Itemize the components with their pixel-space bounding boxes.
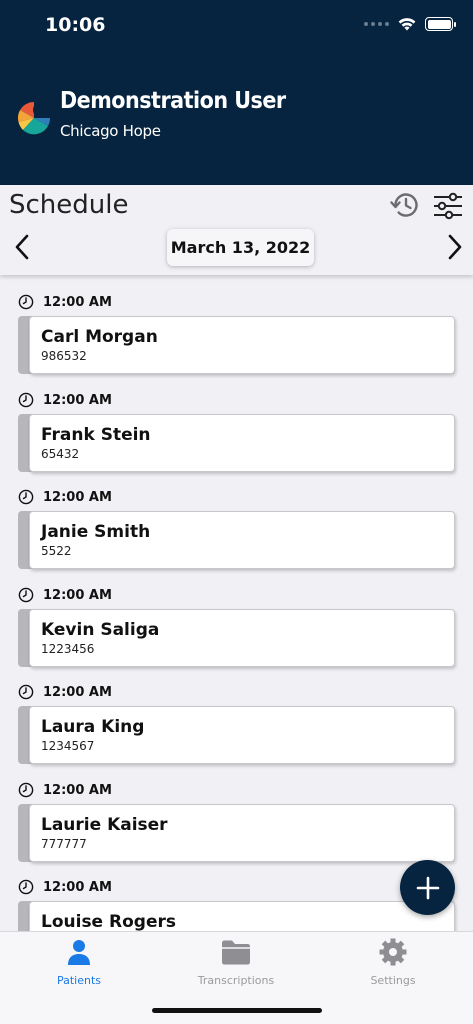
filter-icon[interactable] [433,192,463,220]
previous-day-button[interactable] [12,233,32,261]
clock-icon [18,684,34,700]
tab-patients[interactable]: Patients [19,938,139,988]
patient-card[interactable]: Frank Stein 65432 [29,414,455,472]
patient-id: 986532 [41,349,87,363]
user-organization: Chicago Hope [60,122,161,140]
appointment-time: 12:00 AM [43,782,112,798]
home-indicator [152,1008,322,1013]
appointment-time: 12:00 AM [43,489,112,505]
clock-icon [18,879,34,895]
person-icon [68,940,90,965]
appointment-time: 12:00 AM [43,392,112,408]
appointment-time: 12:00 AM [43,294,112,310]
appointment-time-row: 12:00 AM [18,489,112,505]
tab-label: Transcriptions [197,974,275,987]
app-header: 10:06 Demonstration User Chicago Hope [0,0,473,185]
appointment-time: 12:00 AM [43,879,112,895]
patient-card[interactable]: Laura King 1234567 [29,706,455,764]
patient-card[interactable]: Louise Rogers [29,901,455,931]
logo-icon [17,101,51,135]
patient-id: 65432 [41,447,80,461]
signal-icon [364,22,389,26]
wifi-icon [398,18,416,31]
patient-card[interactable]: Kevin Saliga 1223456 [29,609,455,667]
tab-transcriptions[interactable]: Transcriptions [176,938,296,988]
page-title: Schedule [9,190,129,220]
appointment-time: 12:00 AM [43,587,112,603]
clock-icon [18,392,34,408]
battery-icon [425,17,456,31]
clock-icon [18,294,34,310]
appointment-time-row: 12:00 AM [18,684,112,700]
patient-id: 777777 [41,837,87,851]
date-selector[interactable]: March 13, 2022 [167,229,314,266]
patient-id: 1234567 [41,739,95,753]
next-day-button[interactable] [445,233,465,261]
appointment-time-row: 12:00 AM [18,392,112,408]
plus-icon [416,876,439,899]
patient-name: Kevin Saliga [41,620,160,640]
appointment-time: 12:00 AM [43,684,112,700]
patient-name: Carl Morgan [41,327,158,347]
tab-settings[interactable]: Settings [333,938,453,988]
add-button[interactable] [400,860,455,915]
history-icon[interactable] [390,190,420,220]
patient-name: Louise Rogers [41,912,176,931]
gear-icon [379,938,407,966]
patient-card[interactable]: Laurie Kaiser 777777 [29,804,455,862]
patient-id: 1223456 [41,642,95,656]
appointment-time-row: 12:00 AM [18,587,112,603]
patient-name: Janie Smith [41,522,151,542]
patient-name: Laura King [41,717,145,737]
status-icons [364,16,456,32]
status-time: 10:06 [45,14,106,36]
clock-icon [18,489,34,505]
patient-id: 5522 [41,544,72,558]
patient-card[interactable]: Janie Smith 5522 [29,511,455,569]
user-name: Demonstration User [60,88,286,114]
patient-name: Laurie Kaiser [41,815,168,835]
clock-icon [18,782,34,798]
appointment-time-row: 12:00 AM [18,782,112,798]
tab-label: Settings [370,974,416,987]
clock-icon [18,587,34,603]
appointment-time-row: 12:00 AM [18,879,112,895]
patient-card[interactable]: Carl Morgan 986532 [29,316,455,374]
appointment-list[interactable]: 12:00 AM Carl Morgan 986532 12:00 AM Fra… [0,275,473,931]
patient-name: Frank Stein [41,425,151,445]
folder-icon [222,940,250,965]
appointment-time-row: 12:00 AM [18,294,112,310]
tab-label: Patients [56,974,102,987]
